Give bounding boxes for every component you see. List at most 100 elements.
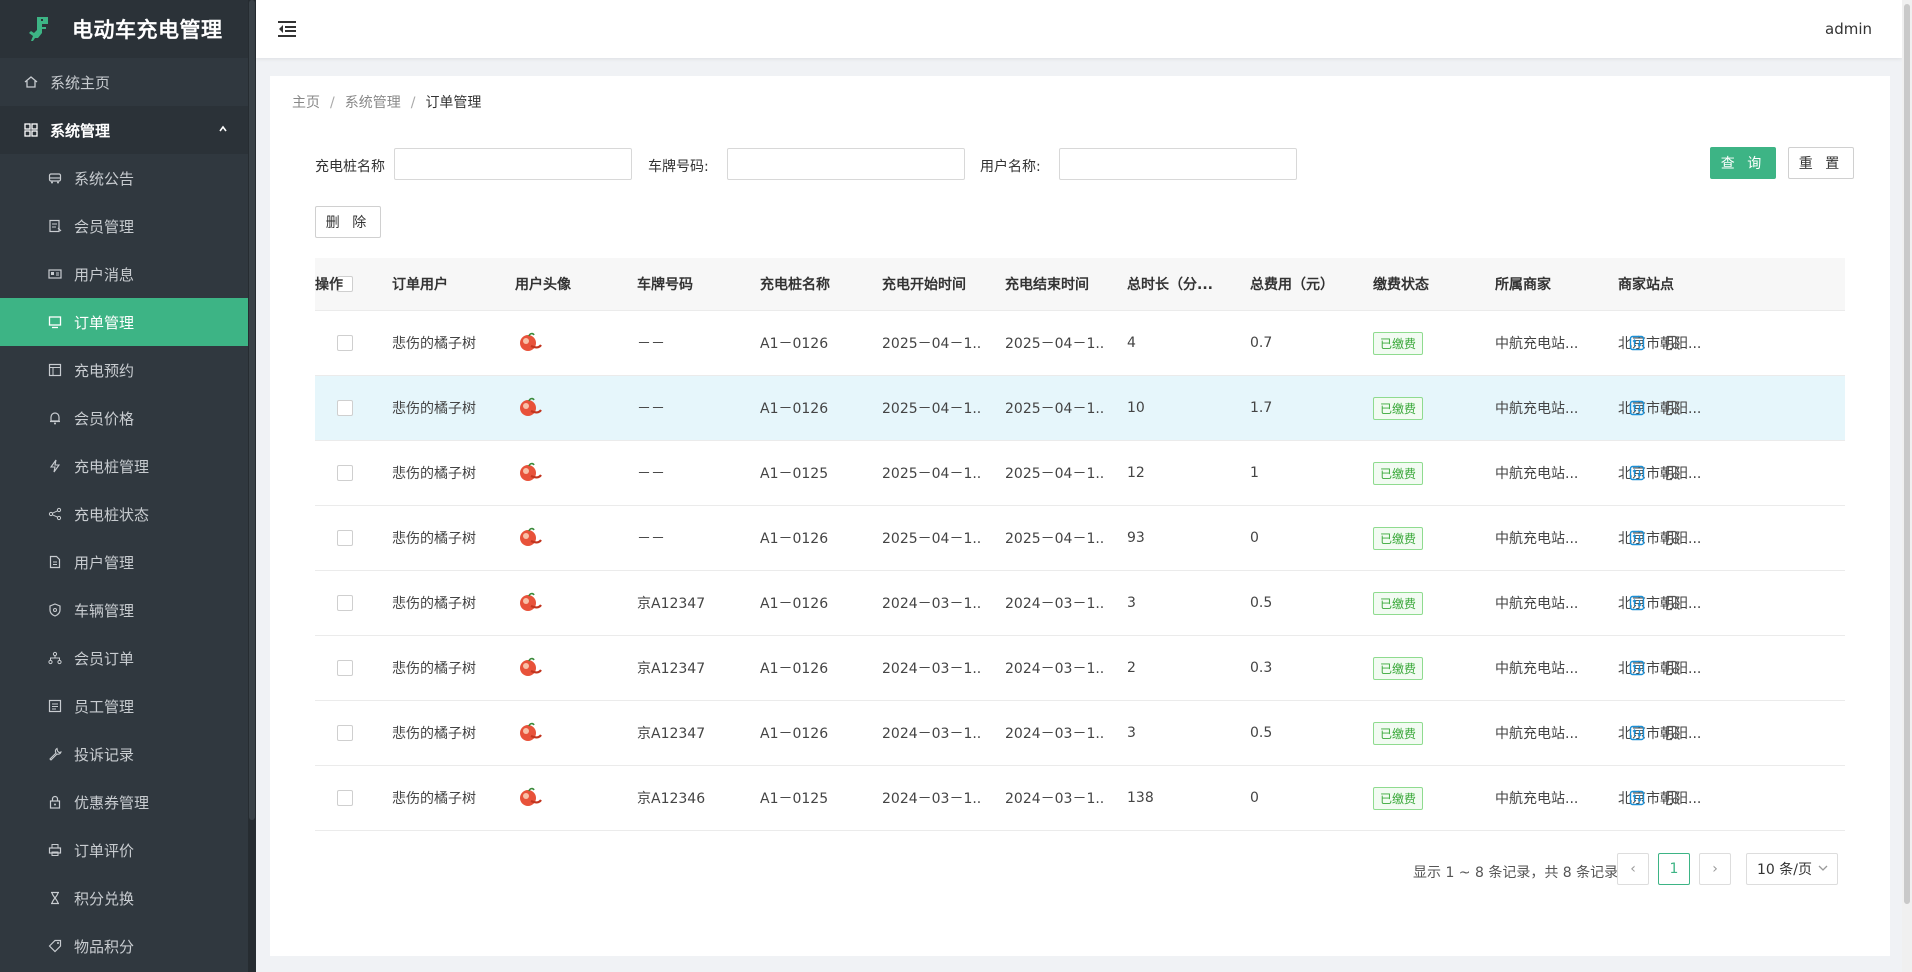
- view-detail-icon[interactable]: [1664, 399, 1682, 417]
- table-row[interactable]: 悲伤的橘子树 －－ A1－0126 2025－04－1... 2025－04－1... 1…: [315, 376, 1845, 441]
- view-detail-icon[interactable]: [1664, 789, 1682, 807]
- cell-plate: 京A12347: [637, 661, 706, 677]
- sidebar-item-label: 充电预约: [74, 361, 135, 380]
- row-checkbox[interactable]: [337, 335, 353, 351]
- row-checkbox[interactable]: [337, 790, 353, 806]
- user-name-input[interactable]: [1059, 148, 1297, 180]
- sidebar-item[interactable]: 订单管理: [0, 298, 248, 346]
- edit-icon[interactable]: [1628, 789, 1646, 807]
- view-detail-icon[interactable]: [1664, 659, 1682, 677]
- view-detail-icon[interactable]: [1664, 724, 1682, 742]
- user-avatar: [515, 523, 545, 553]
- sidebar-item[interactable]: 充电桩管理: [0, 442, 248, 490]
- row-checkbox[interactable]: [337, 595, 353, 611]
- shield-icon: [49, 603, 61, 617]
- row-checkbox[interactable]: [337, 530, 353, 546]
- edit-icon[interactable]: [1628, 594, 1646, 612]
- plate-label: 车牌号码:: [648, 159, 709, 175]
- edit-icon[interactable]: [1628, 464, 1646, 482]
- sidebar-item[interactable]: 系统管理: [0, 106, 248, 154]
- table-row[interactable]: 悲伤的橘子树 京A12347 A1－0126 2024－03－1... 2024－03－…: [315, 701, 1845, 766]
- user-menu[interactable]: admin: [1825, 20, 1872, 38]
- next-page-button[interactable]: ›: [1699, 853, 1731, 885]
- row-checkbox[interactable]: [337, 465, 353, 481]
- edit-icon[interactable]: [1628, 724, 1646, 742]
- edit-icon[interactable]: [1628, 334, 1646, 352]
- cell-user: 悲伤的橘子树: [392, 466, 476, 482]
- cell-fee: 0.5: [1250, 595, 1273, 611]
- cell-merchant: 中航充电站...: [1495, 336, 1579, 352]
- edit-icon[interactable]: [1628, 399, 1646, 417]
- app-logo[interactable]: 电动车充电管理: [0, 0, 256, 58]
- cell-duration: 138: [1127, 790, 1154, 806]
- sidebar-item[interactable]: 积分兑换: [0, 874, 248, 922]
- delete-button[interactable]: 删 除: [315, 206, 381, 238]
- sidebar-item[interactable]: 订单评价: [0, 826, 248, 874]
- sidebar-item[interactable]: 用户管理: [0, 538, 248, 586]
- page-number-button[interactable]: 1: [1658, 853, 1690, 885]
- sidebar-item[interactable]: 物品积分: [0, 922, 248, 970]
- sidebar-item-label: 会员订单: [74, 649, 135, 668]
- cell-duration: 12: [1127, 465, 1145, 481]
- menu-collapse-icon[interactable]: [278, 20, 298, 38]
- page-size-select[interactable]: 10 条/页: [1746, 853, 1838, 885]
- cell-end: 2024－03－1...: [1005, 596, 1105, 612]
- sidebar-item[interactable]: 充电预约: [0, 346, 248, 394]
- view-detail-icon[interactable]: [1664, 464, 1682, 482]
- sidebar-item-label: 员工管理: [74, 697, 135, 716]
- sidebar-item[interactable]: 用户消息: [0, 250, 248, 298]
- query-button[interactable]: 查 询: [1710, 147, 1776, 179]
- sidebar-item[interactable]: 投诉记录: [0, 730, 248, 778]
- sidebar-item-label: 车辆管理: [74, 601, 135, 620]
- cell-plate: －－: [637, 531, 665, 547]
- sidebar-item[interactable]: 系统公告: [0, 154, 248, 202]
- payment-status-badge: 已缴费: [1373, 721, 1424, 745]
- sidebar-item[interactable]: 车辆管理: [0, 586, 248, 634]
- table-row[interactable]: 悲伤的橘子树 －－ A1－0126 2025－04－1... 2025－04－1... 4…: [315, 311, 1845, 376]
- sidebar-item-label: 积分兑换: [74, 889, 135, 908]
- view-detail-icon[interactable]: [1664, 529, 1682, 547]
- payment-status-badge: 已缴费: [1373, 396, 1424, 420]
- cell-fee: 0: [1250, 530, 1259, 546]
- pile-name-input[interactable]: [394, 148, 632, 180]
- table-row[interactable]: 悲伤的橘子树 京A12346 A1－0125 2024－03－1... 2024－03－…: [315, 766, 1845, 831]
- sidebar-item[interactable]: 会员管理: [0, 202, 248, 250]
- sidebar-item[interactable]: 会员订单: [0, 634, 248, 682]
- bus-icon: [48, 173, 62, 184]
- sidebar-item[interactable]: 充电桩状态: [0, 490, 248, 538]
- column-header: 订单用户: [392, 277, 448, 293]
- sidebar-item[interactable]: 系统主页: [0, 58, 248, 106]
- user-avatar: [515, 783, 545, 813]
- edit-icon[interactable]: [1628, 659, 1646, 677]
- breadcrumb-home[interactable]: 主页: [292, 95, 320, 111]
- breadcrumb-section[interactable]: 系统管理: [345, 95, 401, 111]
- table-row[interactable]: 悲伤的橘子树 －－ A1－0125 2025－04－1... 2025－04－1... 1…: [315, 441, 1845, 506]
- sidebar-item[interactable]: 优惠券管理: [0, 778, 248, 826]
- avatar-image-icon: [520, 527, 542, 546]
- sidebar-item[interactable]: 员工管理: [0, 682, 248, 730]
- reset-button[interactable]: 重 置: [1788, 147, 1854, 179]
- column-header: 商家站点: [1618, 277, 1674, 293]
- sidebar-item[interactable]: 会员价格: [0, 394, 248, 442]
- cell-user: 悲伤的橘子树: [392, 401, 476, 417]
- sidebar-item-label: 系统公告: [74, 169, 135, 188]
- cell-start: 2024－03－1...: [882, 726, 982, 742]
- sidebar-scrollbar[interactable]: [248, 0, 256, 972]
- page-scrollbar[interactable]: [1902, 0, 1912, 972]
- table-row[interactable]: 悲伤的橘子树 －－ A1－0126 2025－04－1... 2025－04－1... 9…: [315, 506, 1845, 571]
- row-checkbox[interactable]: [337, 725, 353, 741]
- view-detail-icon[interactable]: [1664, 334, 1682, 352]
- row-checkbox[interactable]: [337, 660, 353, 676]
- prev-page-button[interactable]: ‹: [1617, 853, 1649, 885]
- cell-merchant: 中航充电站...: [1495, 596, 1579, 612]
- table-row[interactable]: 悲伤的橘子树 京A12347 A1－0126 2024－03－1... 2024－03－…: [315, 571, 1845, 636]
- row-checkbox[interactable]: [337, 400, 353, 416]
- table-row[interactable]: 悲伤的橘子树 京A12347 A1－0126 2024－03－1... 2024－03－…: [315, 636, 1845, 701]
- plate-input[interactable]: [727, 148, 965, 180]
- edit-icon[interactable]: [1628, 529, 1646, 547]
- cell-pile: A1－0126: [760, 401, 829, 417]
- page-size-value: 10 条/页: [1757, 862, 1812, 878]
- column-header: 充电桩名称: [760, 277, 830, 293]
- view-detail-icon[interactable]: [1664, 594, 1682, 612]
- sidebar-item-label: 订单评价: [74, 841, 135, 860]
